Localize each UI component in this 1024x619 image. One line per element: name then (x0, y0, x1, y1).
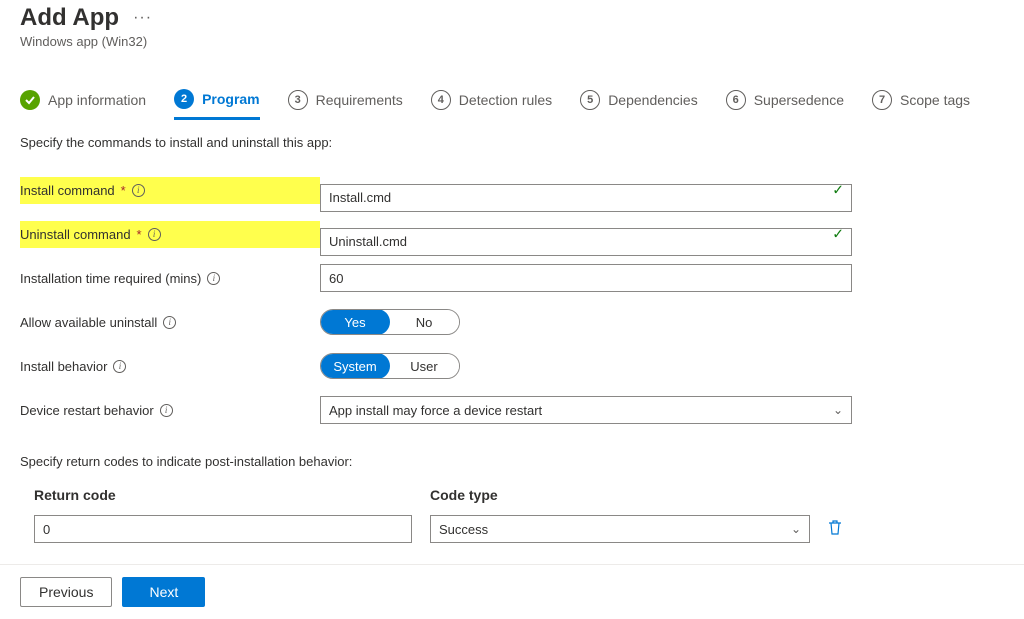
info-icon[interactable]: i (163, 316, 176, 329)
return-code-header: Return code (34, 487, 412, 503)
field-label: Uninstall command (20, 227, 131, 242)
delete-icon[interactable] (828, 519, 842, 539)
page-title: Add App (20, 4, 119, 32)
install-behavior-user[interactable]: User (389, 354, 459, 378)
row-restart-behavior: Device restart behavior i App install ma… (20, 388, 1004, 432)
info-icon[interactable]: i (148, 228, 161, 241)
info-icon[interactable]: i (113, 360, 126, 373)
step-number: 6 (726, 90, 746, 110)
allow-uninstall-no[interactable]: No (389, 310, 459, 334)
uninstall-command-input[interactable] (320, 228, 852, 256)
footer-bar: Previous Next (0, 564, 1024, 619)
allow-uninstall-yes[interactable]: Yes (320, 309, 390, 335)
more-actions-button[interactable]: ··· (133, 9, 152, 27)
row-install-command: Install command * i ✓ (20, 168, 1004, 212)
required-asterisk: * (121, 183, 126, 198)
step-supersedence[interactable]: 6 Supersedence (726, 89, 844, 110)
field-label: Install behavior (20, 359, 107, 374)
check-icon (20, 90, 40, 110)
row-install-behavior: Install behavior i System User (20, 344, 1004, 388)
next-button[interactable]: Next (122, 577, 205, 607)
step-number: 4 (431, 90, 451, 110)
checkmark-icon: ✓ (832, 182, 844, 199)
chevron-down-icon: ⌄ (833, 403, 843, 417)
step-label: Scope tags (900, 92, 970, 108)
step-dependencies[interactable]: 5 Dependencies (580, 89, 698, 110)
info-icon[interactable]: i (160, 404, 173, 417)
code-type-select[interactable]: Success ⌄ (430, 515, 810, 543)
step-scope-tags[interactable]: 7 Scope tags (872, 89, 970, 110)
restart-behavior-select[interactable]: App install may force a device restart ⌄ (320, 396, 852, 424)
step-label: App information (48, 92, 146, 108)
page-subtitle: Windows app (Win32) (20, 34, 1004, 49)
step-label: Program (202, 91, 260, 107)
wizard-steps: App information 2 Program 3 Requirements… (20, 89, 1004, 113)
step-requirements[interactable]: 3 Requirements (288, 89, 403, 110)
info-icon[interactable]: i (132, 184, 145, 197)
chevron-down-icon: ⌄ (791, 522, 801, 536)
step-app-information[interactable]: App information (20, 89, 146, 110)
step-number: 3 (288, 90, 308, 110)
row-install-time: Installation time required (mins) i (20, 256, 1004, 300)
step-detection-rules[interactable]: 4 Detection rules (431, 89, 552, 110)
info-icon[interactable]: i (207, 272, 220, 285)
install-command-input[interactable] (320, 184, 852, 212)
section-intro: Specify the commands to install and unin… (20, 135, 1004, 150)
checkmark-icon: ✓ (832, 226, 844, 243)
required-asterisk: * (137, 227, 142, 242)
step-number: 7 (872, 90, 892, 110)
field-label: Allow available uninstall (20, 315, 157, 330)
return-codes-intro: Specify return codes to indicate post-in… (20, 454, 1004, 469)
row-allow-uninstall: Allow available uninstall i Yes No (20, 300, 1004, 344)
allow-uninstall-toggle[interactable]: Yes No (320, 309, 460, 335)
step-label: Dependencies (608, 92, 698, 108)
step-label: Requirements (316, 92, 403, 108)
field-label: Install command (20, 183, 115, 198)
install-time-input[interactable] (320, 264, 852, 292)
previous-button[interactable]: Previous (20, 577, 112, 607)
step-label: Supersedence (754, 92, 844, 108)
field-label: Device restart behavior (20, 403, 154, 418)
select-value: App install may force a device restart (329, 403, 542, 418)
code-type-header: Code type (430, 487, 810, 503)
step-label: Detection rules (459, 92, 552, 108)
field-label: Installation time required (mins) (20, 271, 201, 286)
return-code-row: Success ⌄ (20, 515, 1004, 543)
select-value: Success (439, 522, 488, 537)
step-number: 2 (174, 89, 194, 109)
step-program[interactable]: 2 Program (174, 89, 260, 120)
row-uninstall-command: Uninstall command * i ✓ (20, 212, 1004, 256)
install-behavior-toggle[interactable]: System User (320, 353, 460, 379)
step-number: 5 (580, 90, 600, 110)
install-behavior-system[interactable]: System (320, 353, 390, 379)
return-code-input[interactable] (34, 515, 412, 543)
